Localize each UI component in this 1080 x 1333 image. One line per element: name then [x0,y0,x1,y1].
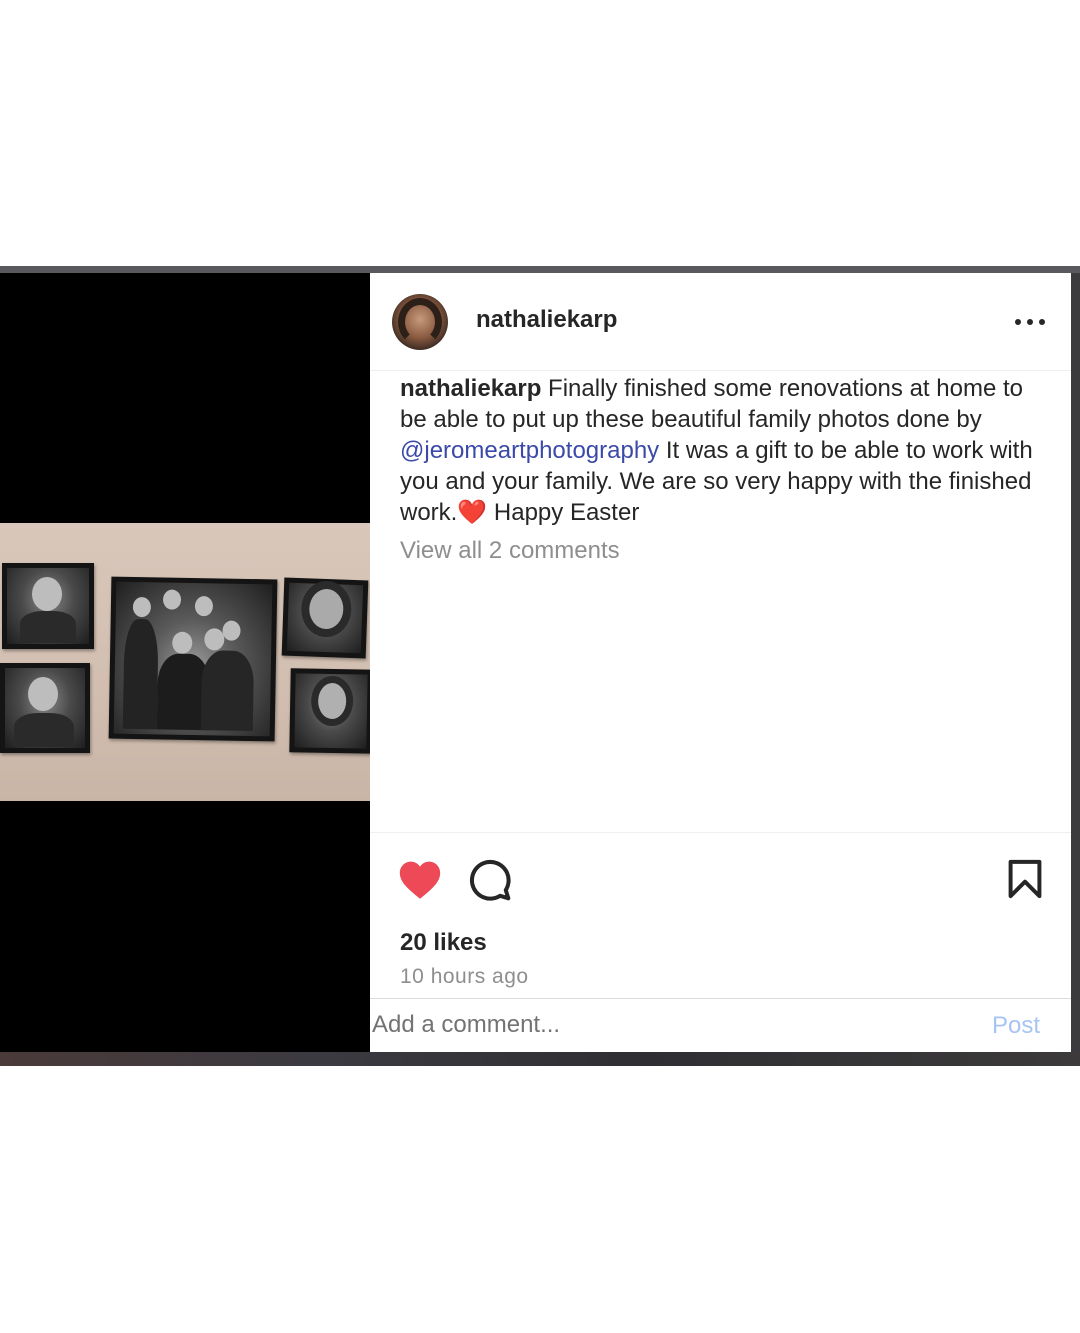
post-username[interactable]: nathaliekarp [476,306,617,334]
post-actions: 20 likes 10 hours ago [370,832,1071,1005]
caption-username[interactable]: nathaliekarp [400,375,541,402]
more-options-button[interactable] [1010,303,1050,339]
heart-filled-icon [399,861,441,899]
comment-bubble-icon [469,859,511,901]
bookmark-icon [1008,859,1042,899]
more-horizontal-icon [1015,319,1045,325]
comment-input[interactable] [372,1009,932,1041]
save-button[interactable] [1007,859,1043,899]
wall-frame-girl-top [281,577,369,659]
post-photo [0,523,370,801]
post-header: nathaliekarp [370,273,1071,371]
post-details-panel: nathaliekarp nathaliekarp Finally finish… [370,273,1071,1052]
post-caption: nathaliekarp Finally finished some renov… [400,373,1050,528]
avatar[interactable] [392,294,448,350]
caption-mention-link[interactable]: @jeromeartphotography [400,437,659,464]
post-timestamp[interactable]: 10 hours ago [400,965,529,989]
add-comment-bar: Post [370,998,1071,1053]
view-all-comments-link[interactable]: View all 2 comments [400,537,620,565]
like-button[interactable] [398,859,442,901]
wall-frame-boy-top [2,563,94,649]
backdrop-edge-bottom [0,1052,1080,1066]
comment-button[interactable] [468,858,512,902]
wall-frame-boy-bottom [0,663,90,753]
post-comment-button[interactable]: Post [992,1012,1040,1040]
backdrop-edge-top [0,266,1080,273]
post-media[interactable] [0,273,370,1052]
wall-frame-girl-bottom [289,668,370,754]
wall-frame-family [108,576,278,742]
heart-emoji: ❤️ [457,499,488,526]
likes-count[interactable]: 20 likes [400,929,487,957]
caption-text-end: Happy Easter [487,499,640,526]
